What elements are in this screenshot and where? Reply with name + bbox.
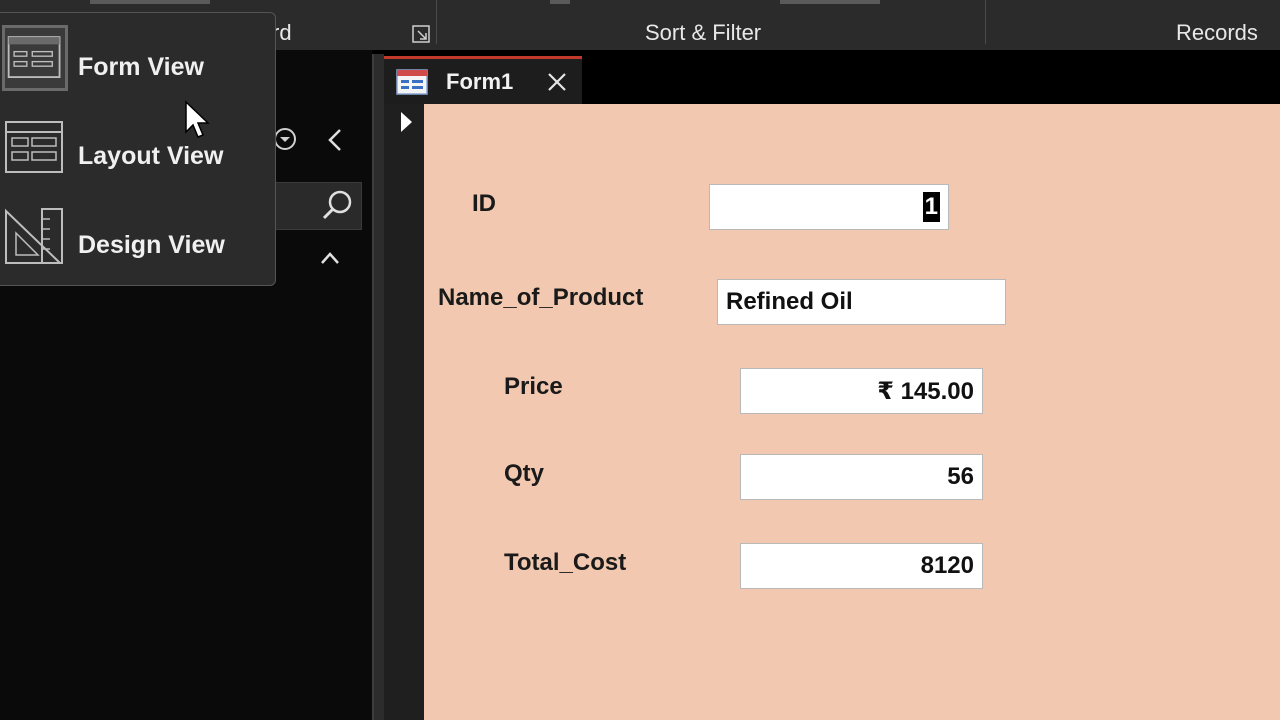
price-label: Price [504,373,563,400]
id-value: 1 [922,192,940,222]
ribbon-group-label-sort-filter: Sort & Filter [645,20,762,45]
ribbon-separator [436,0,437,44]
menu-item-label: Layout View [78,142,224,170]
design-view-icon [5,208,63,264]
layout-view-icon [5,121,63,173]
tab-form1[interactable]: Form1 [384,56,582,104]
qty-value: 56 [947,463,974,490]
close-icon[interactable] [544,69,570,95]
menu-item-label: Design View [78,231,225,259]
ribbon-separator [985,0,986,44]
menu-item-form-view[interactable]: Form View [0,25,276,111]
price-field[interactable]: ₹ 145.00 [740,368,983,414]
menu-item-design-view[interactable]: Design View [0,203,276,289]
mouse-cursor-icon [185,100,210,138]
record-selector[interactable] [384,104,424,720]
name-of-product-label: Name_of_Product [438,284,644,311]
name-of-product-value: Refined Oil [726,288,853,315]
search-icon[interactable] [320,188,356,224]
name-of-product-field[interactable]: Refined Oil [717,279,1006,325]
ribbon-group-label-records: Records [1176,20,1258,45]
total-cost-value: 8120 [920,552,974,579]
ribbon-control-fragment [550,0,570,4]
total-cost-label: Total_Cost [504,549,627,576]
shutter-bar-close-icon[interactable] [324,126,348,154]
ribbon-control-fragment [780,0,880,4]
view-menu: Form View Layout View Design View [0,12,276,286]
form-detail: ID 1 Name_of_Product Refined Oil Price ₹… [424,104,1280,720]
chevron-up-icon[interactable] [318,248,342,268]
qty-label: Qty [504,460,545,487]
price-value: ₹ 145.00 [877,377,974,405]
tab-label: Form1 [446,69,514,94]
form-icon [396,69,428,95]
ribbon-control-fragment [90,0,210,4]
current-record-arrow-icon [401,112,412,132]
dialog-launcher-icon[interactable] [411,24,431,44]
qty-field[interactable]: 56 [740,454,983,500]
menu-item-layout-view[interactable]: Layout View [0,114,276,200]
total-cost-field[interactable]: 8120 [740,543,983,589]
form-view-icon [2,25,68,91]
pane-splitter[interactable] [372,54,384,720]
id-label: ID [472,190,496,217]
id-field[interactable]: 1 [709,184,949,230]
menu-item-label: Form View [78,53,204,81]
